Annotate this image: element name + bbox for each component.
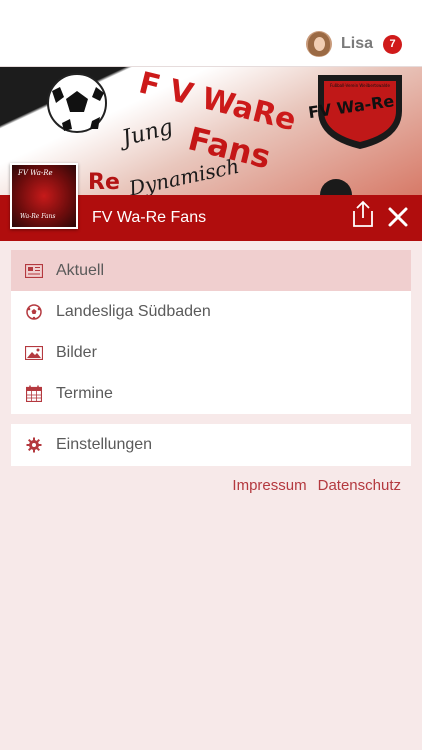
svg-text:Dynamisch: Dynamisch [126, 154, 241, 195]
menu-item-label: Einstellungen [56, 436, 153, 453]
club-crest-graphic: FV Wa-Re Fußball-Verein Weilbertswalde [307, 75, 402, 149]
menu-item-bilder[interactable]: Bilder [11, 332, 411, 373]
menu-item-aktuell[interactable]: Aktuell [11, 250, 411, 291]
menu-item-label: Bilder [56, 343, 97, 361]
svg-text:Jung: Jung [116, 115, 176, 153]
footer-links: Impressum Datenschutz [232, 477, 401, 494]
gear-icon [25, 436, 43, 454]
menu-item-termine[interactable]: Termine [11, 373, 411, 414]
page-title: FV Wa-Re Fans [92, 209, 207, 226]
top-bar: Lisa 7 [0, 0, 422, 67]
menu-item-label: Termine [56, 384, 113, 402]
thumbnail-caption-bottom: Wa-Re Fans [20, 213, 56, 220]
share-button[interactable] [350, 200, 376, 228]
user-profile[interactable]: Lisa 7 [305, 30, 402, 58]
avatar[interactable] [305, 31, 332, 57]
navigation-menu: Aktuell Landesliga Südbaden Bilder Termi… [11, 250, 411, 414]
soccer-ball-icon [25, 303, 43, 321]
share-icon [353, 200, 373, 227]
calendar-icon [25, 385, 43, 403]
svg-text:Re: Re [88, 170, 120, 195]
user-name[interactable]: Lisa [341, 35, 373, 53]
svg-text:Fußball-Verein Weilbertswalde: Fußball-Verein Weilbertswalde [330, 83, 390, 88]
close-button[interactable] [386, 205, 410, 229]
group-thumbnail[interactable]: FV Wa-Re Wa-Re Fans [10, 163, 78, 229]
datenschutz-link[interactable]: Datenschutz [318, 477, 401, 494]
image-icon [25, 344, 43, 362]
menu-item-landesliga[interactable]: Landesliga Südbaden [11, 291, 411, 332]
notification-badge[interactable]: 7 [383, 34, 402, 54]
menu-item-label: Aktuell [56, 261, 105, 279]
soccer-ball-graphic [47, 73, 107, 133]
close-icon [388, 207, 408, 227]
menu-item-einstellungen[interactable]: Einstellungen [11, 424, 411, 466]
impressum-link[interactable]: Impressum [232, 477, 306, 494]
settings-section: Einstellungen [11, 424, 411, 466]
thumbnail-caption-top: FV Wa-Re [18, 169, 53, 177]
menu-item-label: Landesliga Südbaden [56, 302, 211, 320]
newspaper-icon [25, 262, 43, 280]
